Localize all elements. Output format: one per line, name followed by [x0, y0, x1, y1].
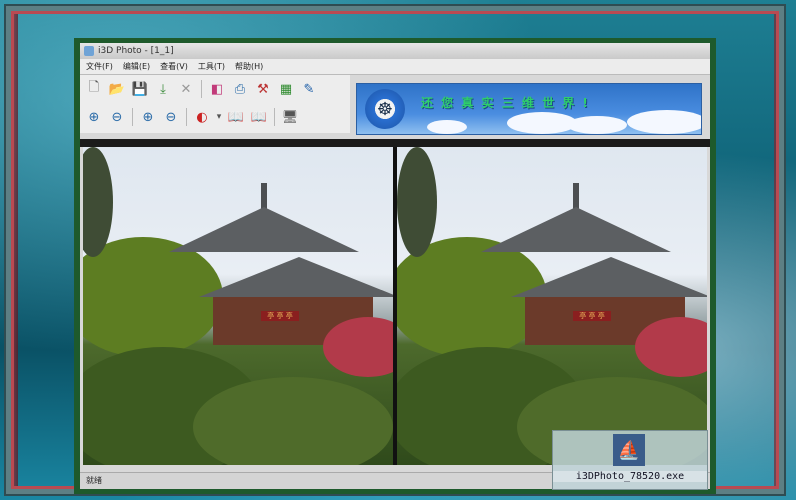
import-icon[interactable]: ⤓	[153, 79, 173, 99]
stereo-image-pair[interactable]: 亭 亭 亭 亭 亭 亭	[83, 147, 707, 465]
book-flip-icon[interactable]: 📖	[249, 107, 269, 127]
pagoda-roof-lower	[511, 257, 707, 297]
pagoda-sign: 亭 亭 亭	[573, 311, 611, 321]
menu-bar: 文件(F) 编辑(E) 查看(V) 工具(T) 帮助(H)	[80, 59, 710, 75]
book-open-icon[interactable]: 📖	[226, 107, 246, 127]
toolbar-row-2: ⊕ ⊖ ⊕ ⊖ ◐ ▾ 📖 📖 🖥	[80, 103, 350, 131]
installer-icon: ⛵	[613, 434, 645, 466]
image-edit-icon[interactable]: ◧	[207, 79, 227, 99]
menu-view[interactable]: 查看(V)	[160, 59, 188, 74]
tree	[83, 237, 223, 357]
toolbar-separator	[186, 108, 187, 126]
bush	[193, 377, 393, 465]
open-folder-icon[interactable]: 📂	[107, 79, 127, 99]
toolbar-separator	[201, 80, 202, 98]
flowering-shrub	[635, 317, 707, 377]
pagoda-spire	[261, 183, 267, 209]
banner-slogan: 还 您 真 实 三 维 世 界 !	[421, 96, 590, 110]
menu-file[interactable]: 文件(F)	[86, 59, 113, 74]
zoom-fit-icon[interactable]: ⊕	[138, 107, 158, 127]
pagoda-spire	[573, 183, 579, 209]
menu-help[interactable]: 帮助(H)	[235, 59, 263, 74]
pagoda-roof-upper	[481, 207, 671, 252]
app-window: i3D Photo - [1_1] 文件(F) 编辑(E) 查看(V) 工具(T…	[74, 38, 716, 494]
desktop-file-shortcut[interactable]: ⛵ i3DPhoto_78520.exe	[552, 430, 708, 490]
app-icon	[84, 46, 94, 56]
cloud	[427, 120, 467, 134]
toolbar-area: 🗋 📂 💾 ⤓ ✕ ◧ ⎙ ⚒ ▦ ✎ ⊕ ⊖ ⊕ ⊖ ◐ ▾ 📖 📖 🖥	[80, 75, 350, 133]
dropdown-arrow-icon[interactable]: ▾	[215, 107, 223, 127]
new-file-icon[interactable]: 🗋	[84, 79, 104, 99]
status-text: 就绪	[86, 476, 102, 485]
layers-icon[interactable]: ▦	[276, 79, 296, 99]
promo-banner: ☸ 还 您 真 实 三 维 世 界 !	[356, 83, 702, 135]
sailor-logo-icon: ☸	[365, 89, 405, 129]
pagoda-roof-lower	[199, 257, 393, 297]
tree	[83, 147, 113, 257]
color-mode-icon[interactable]: ◐	[192, 107, 212, 127]
right-eye-image: 亭 亭 亭	[397, 147, 707, 465]
delete-icon[interactable]: ✕	[176, 79, 196, 99]
toolbar-separator	[132, 108, 133, 126]
cloud	[567, 116, 627, 134]
tree	[397, 147, 437, 257]
title-bar[interactable]: i3D Photo - [1_1]	[80, 43, 710, 59]
zoom-out-icon[interactable]: ⊖	[107, 107, 127, 127]
menu-edit[interactable]: 编辑(E)	[123, 59, 150, 74]
image-top-border	[80, 139, 710, 147]
display-icon[interactable]: 🖥	[280, 107, 300, 127]
zoom-actual-icon[interactable]: ⊖	[161, 107, 181, 127]
tools-icon[interactable]: ⚒	[253, 79, 273, 99]
settings-icon[interactable]: ✎	[299, 79, 319, 99]
pagoda-sign: 亭 亭 亭	[261, 311, 299, 321]
toolbar-row-1: 🗋 📂 💾 ⤓ ✕ ◧ ⎙ ⚒ ▦ ✎	[80, 75, 350, 103]
window-title: i3D Photo - [1_1]	[98, 46, 174, 56]
flowering-shrub	[323, 317, 393, 377]
cloud	[627, 110, 701, 134]
print-icon[interactable]: ⎙	[230, 79, 250, 99]
menu-tools[interactable]: 工具(T)	[198, 59, 225, 74]
file-label: i3DPhoto_78520.exe	[553, 471, 707, 482]
save-icon[interactable]: 💾	[130, 79, 150, 99]
left-eye-image: 亭 亭 亭	[83, 147, 393, 465]
pagoda-roof-upper	[169, 207, 359, 252]
window-content: i3D Photo - [1_1] 文件(F) 编辑(E) 查看(V) 工具(T…	[80, 43, 710, 489]
toolbar-separator	[274, 108, 275, 126]
zoom-in-icon[interactable]: ⊕	[84, 107, 104, 127]
